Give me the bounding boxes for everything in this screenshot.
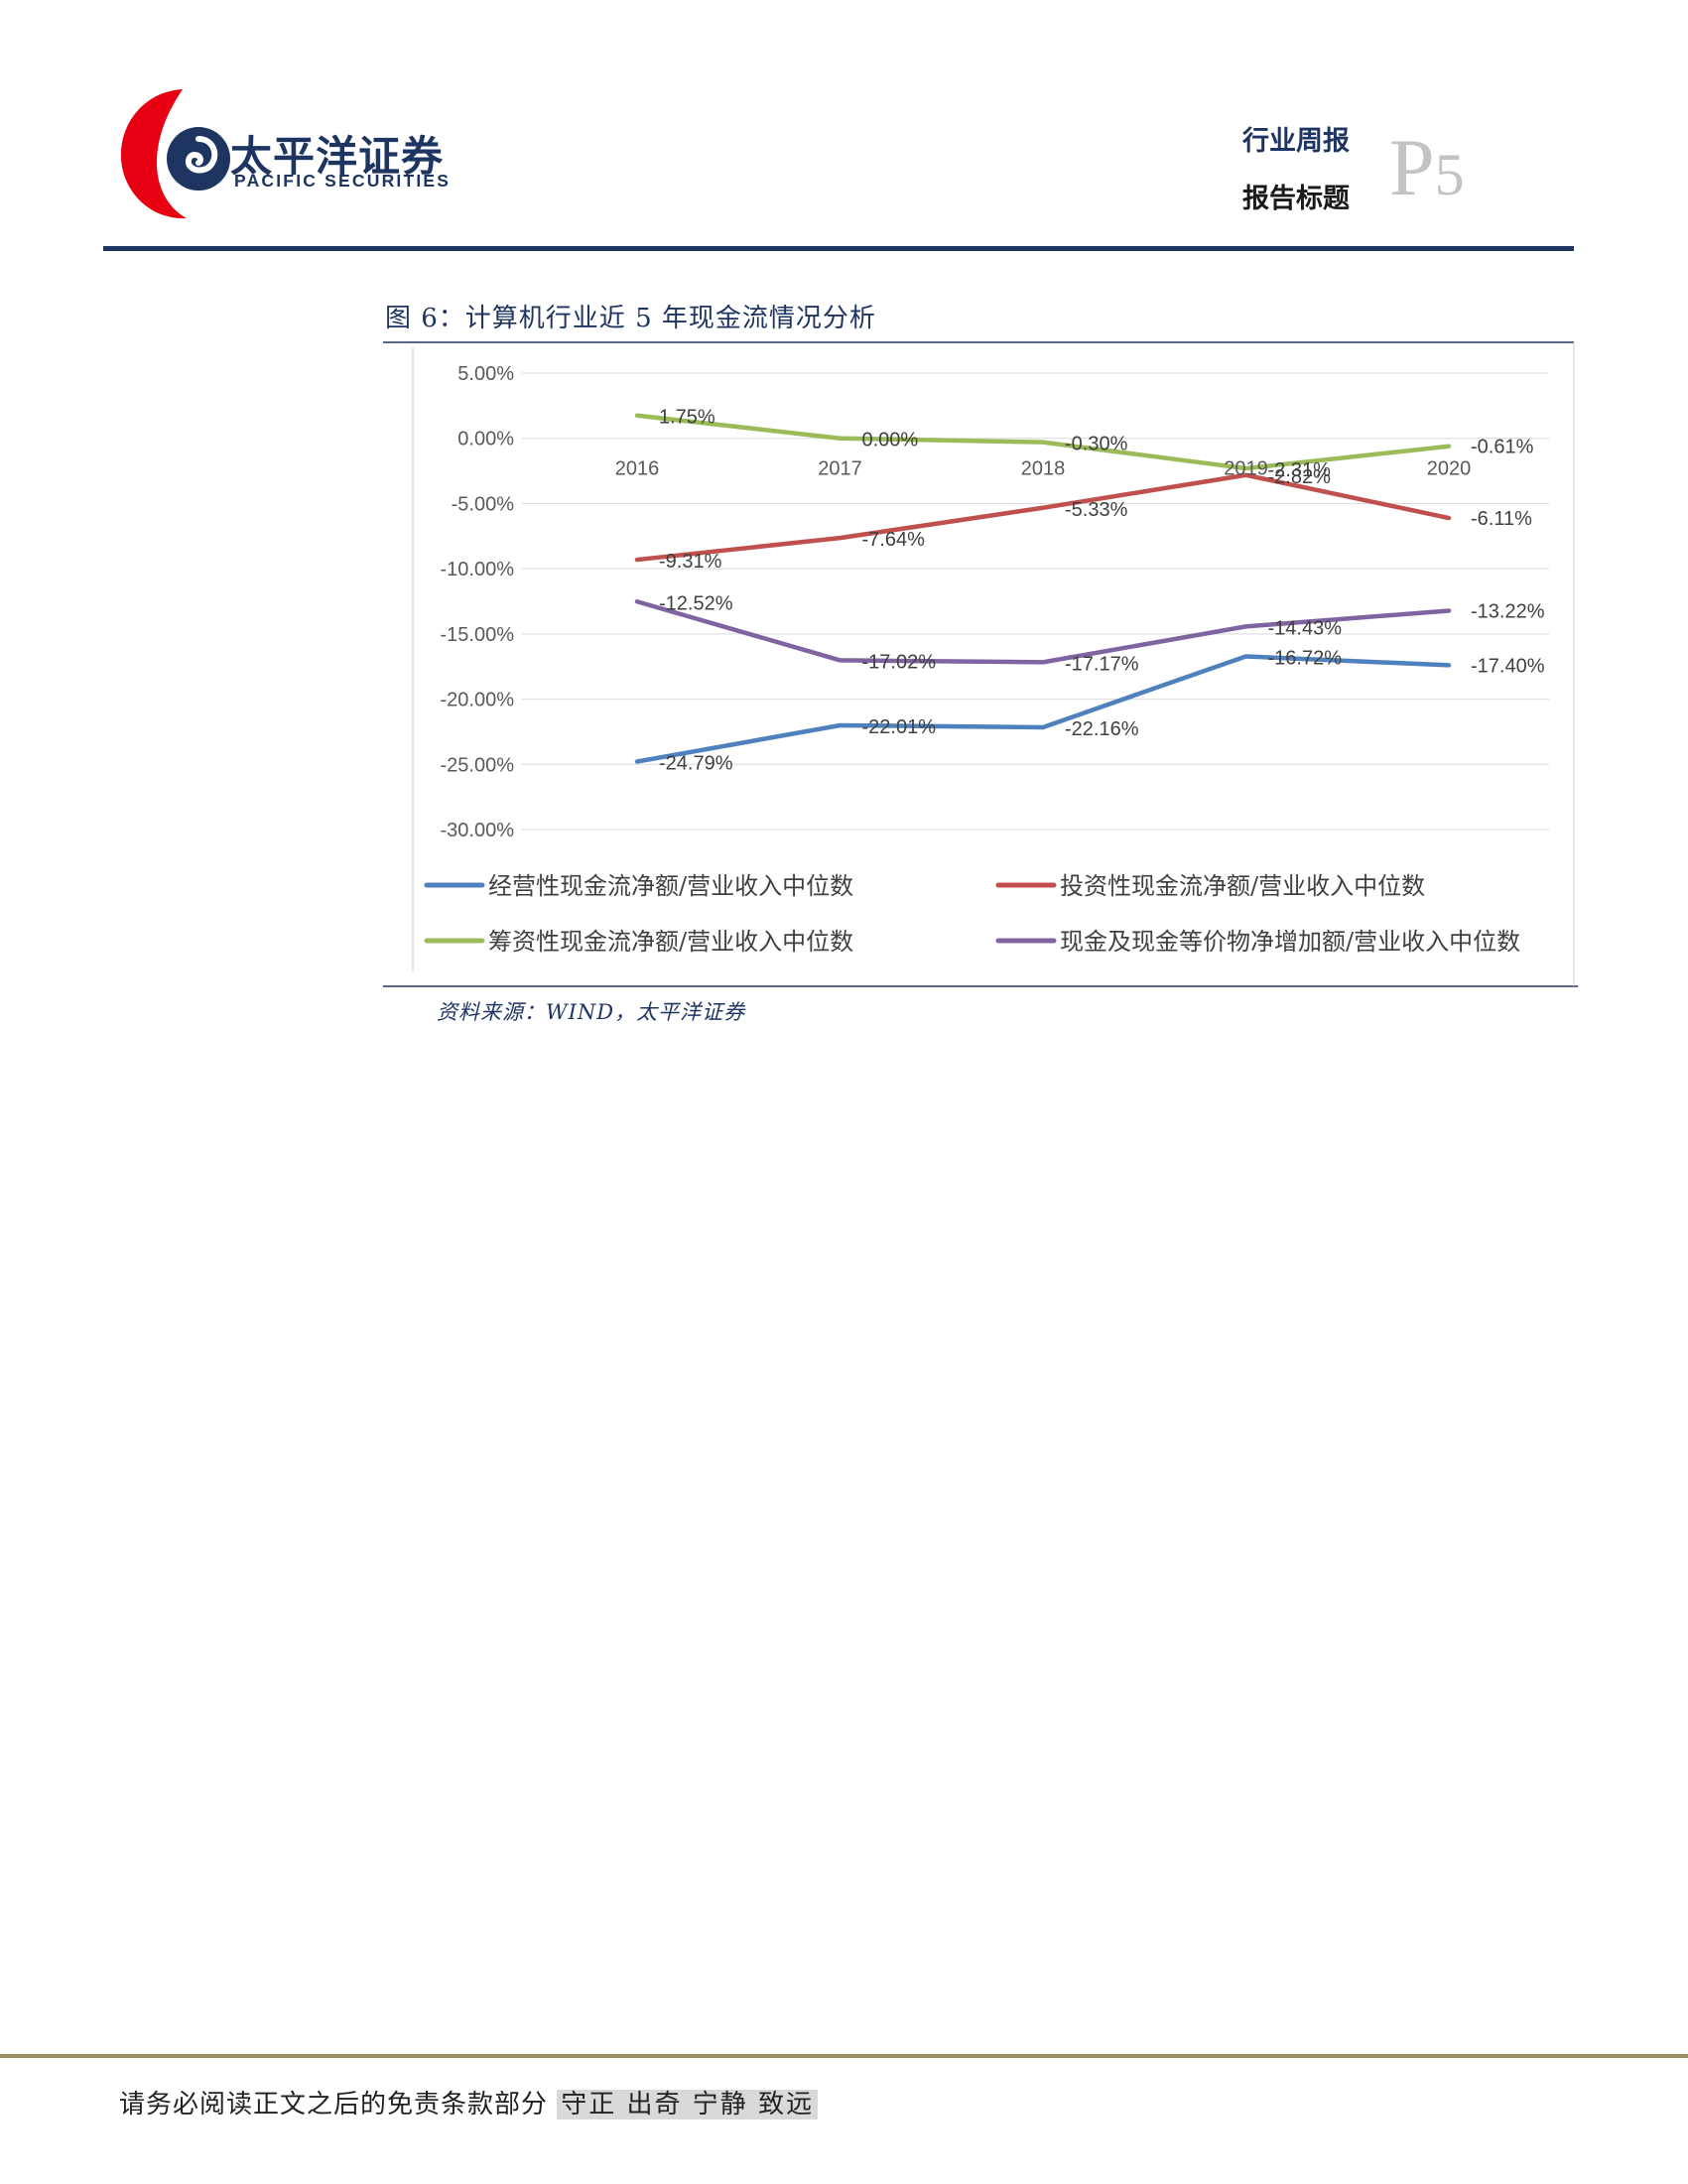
page-number: P5 xyxy=(1389,127,1465,208)
footer-disclaimer: 请务必阅读正文之后的免责条款部分 xyxy=(119,2090,549,2120)
y-tick-label: 0.00% xyxy=(457,429,514,450)
data-label: -5.33% xyxy=(1065,499,1128,521)
data-label: 1.75% xyxy=(659,407,715,429)
chart-frame: 5.00% 0.00% -5.00% -10.00% -15.00% -20.00% -25… xyxy=(383,341,1578,988)
data-label: -2.31% xyxy=(1268,459,1332,481)
figure-caption: 图 6：计算机行业近 5 年现金流情况分析 xyxy=(385,304,876,333)
y-tick-label: -20.00% xyxy=(441,690,515,711)
page-digit: 5 xyxy=(1434,142,1465,207)
y-tick-label: -10.00% xyxy=(441,559,515,580)
source-note: 资料来源：WIND，太平洋证券 xyxy=(437,1000,746,1024)
header-divider xyxy=(103,246,1574,251)
footer: 请务必阅读正文之后的免责条款部分 守正 出奇 宁静 致远 xyxy=(119,2084,819,2120)
legend-label: 现金及现金等价物净增加额/营业收入中位数 xyxy=(1060,928,1520,956)
y-tick-label: -5.00% xyxy=(452,493,515,515)
data-label: -0.30% xyxy=(1065,434,1128,455)
data-label: -17.02% xyxy=(862,651,937,673)
data-label: -14.43% xyxy=(1268,617,1343,639)
y-tick-label: -30.00% xyxy=(441,820,515,841)
footer-divider xyxy=(0,2054,1688,2058)
x-tick-label: 2020 xyxy=(1427,458,1472,480)
x-tick-label: 2018 xyxy=(1021,458,1066,480)
data-label: -17.17% xyxy=(1065,653,1139,675)
x-tick-label: 2016 xyxy=(615,458,660,480)
pacific-securities-logo-icon xyxy=(120,89,230,219)
data-label: -0.61% xyxy=(1471,437,1534,458)
data-label: -7.64% xyxy=(862,529,926,551)
cashflow-line-chart: 5.00% 0.00% -5.00% -10.00% -15.00% -20.00% -25… xyxy=(383,341,1578,987)
data-label: -22.16% xyxy=(1065,718,1139,740)
y-tick-label: -25.00% xyxy=(441,754,515,776)
y-tick-label: -15.00% xyxy=(441,624,515,646)
x-tick-label: 2017 xyxy=(818,458,862,480)
data-label: -16.72% xyxy=(1268,647,1343,669)
data-label: -12.52% xyxy=(659,592,733,614)
legend-label: 投资性现金流净额/营业收入中位数 xyxy=(1060,872,1425,900)
data-label: -6.11% xyxy=(1471,508,1532,530)
data-label: -22.01% xyxy=(862,716,937,738)
report-type: 行业周报 xyxy=(1242,126,1350,157)
legend-label: 筹资性现金流净额/营业收入中位数 xyxy=(488,928,853,956)
footer-motto: 守正 出奇 宁静 致远 xyxy=(557,2090,819,2120)
y-tick-label: 5.00% xyxy=(457,363,514,385)
page-letter: P xyxy=(1389,122,1435,212)
data-label: -13.22% xyxy=(1471,600,1545,622)
data-label: -17.40% xyxy=(1471,655,1545,677)
company-logo xyxy=(117,85,231,224)
data-label: -9.31% xyxy=(659,551,722,573)
data-label: 0.00% xyxy=(862,430,919,451)
series-line-1 xyxy=(634,654,1452,764)
x-tick-label: 2019 xyxy=(1224,458,1268,480)
report-title: 报告标题 xyxy=(1242,184,1350,214)
data-label: -24.79% xyxy=(659,753,733,775)
brand-name-en: PACIFIC SECURITIES xyxy=(234,171,452,191)
legend-label: 经营性现金流净额/营业收入中位数 xyxy=(488,872,853,900)
